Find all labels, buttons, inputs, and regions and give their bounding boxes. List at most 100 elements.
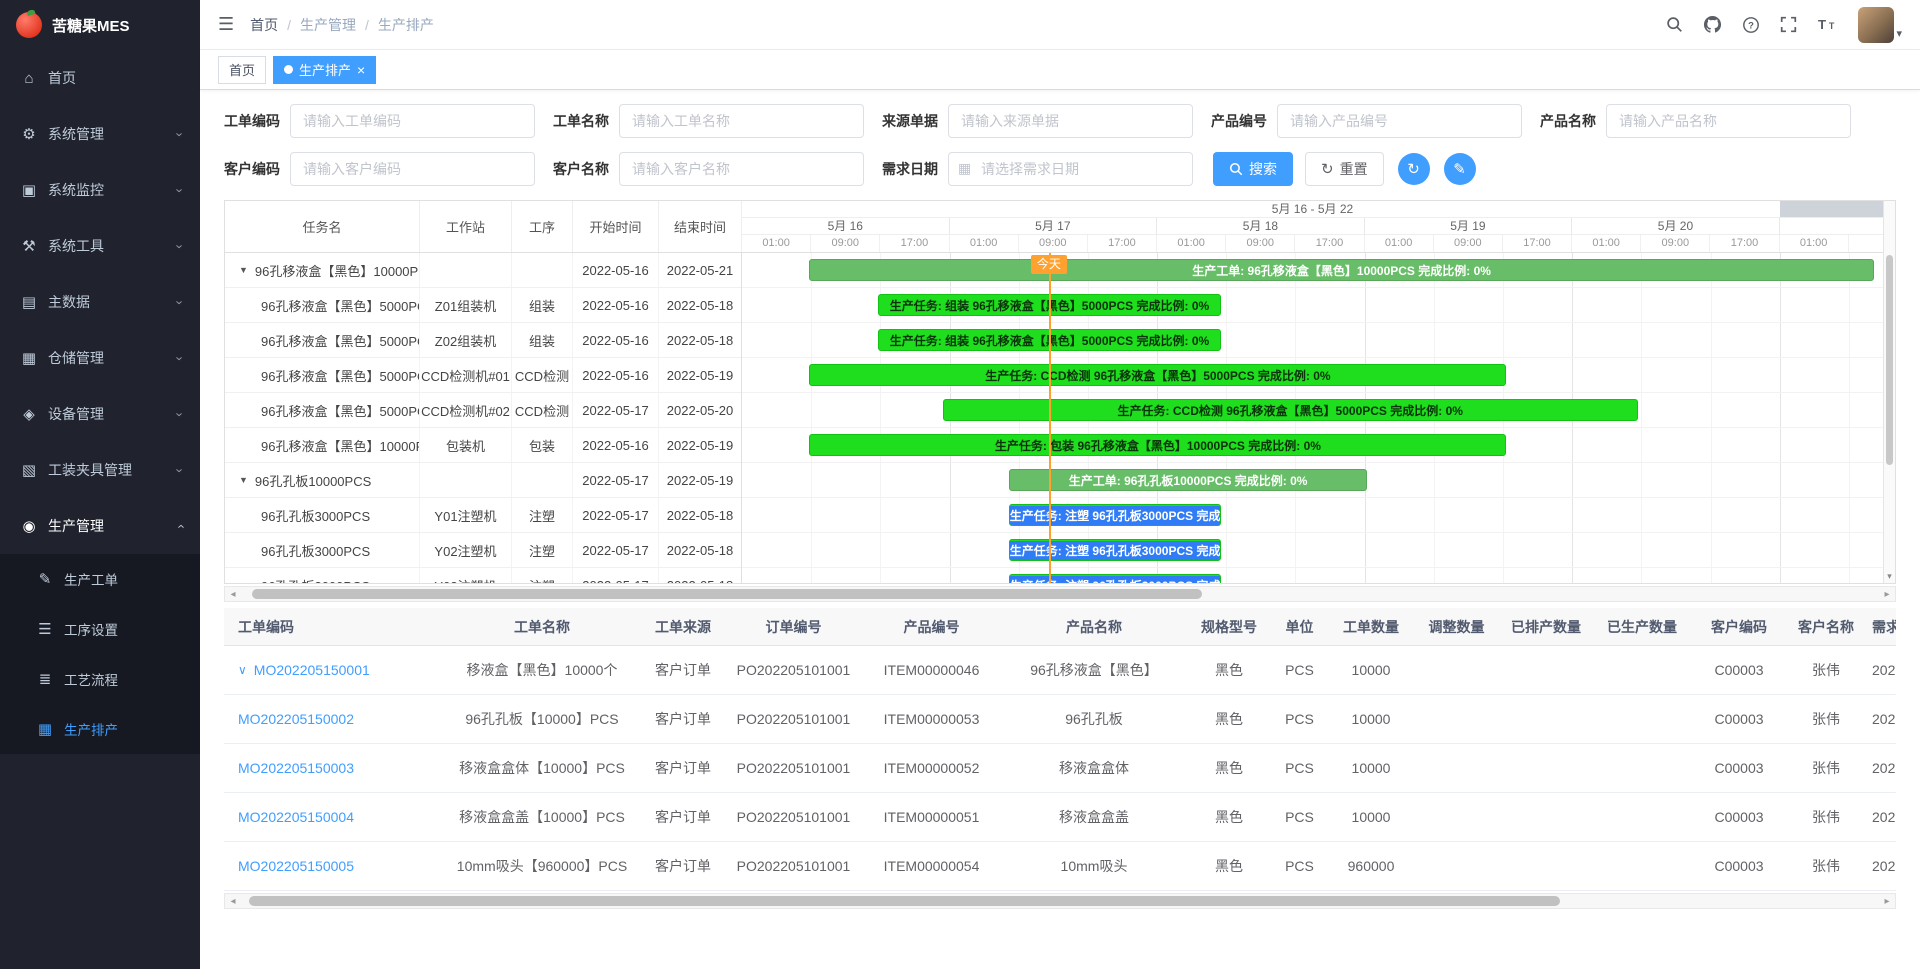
chevron-up-icon: › xyxy=(172,524,187,528)
breadcrumb-item[interactable]: 首页 xyxy=(250,15,278,35)
gantt-order-bar[interactable]: 生产工单: 96孔孔板10000PCS 完成比例: 0% xyxy=(1009,469,1367,491)
orders-cell: PO202205101001 xyxy=(726,662,861,678)
filter-input[interactable] xyxy=(1277,104,1522,138)
sidebar-item-home[interactable]: ⌂首页 xyxy=(0,50,200,106)
expand-row-icon[interactable]: ∨ xyxy=(238,663,247,677)
scrollbar-track[interactable] xyxy=(241,894,1879,908)
app-logo[interactable]: 苦糖果MES xyxy=(0,0,200,50)
sidebar-item-label: 系统工具 xyxy=(48,236,104,256)
gantt-vertical-scrollbar[interactable]: ▾ xyxy=(1883,201,1895,583)
gantt-task-bar[interactable]: 生产任务: 注塑 96孔孔板3000PCS 完成 xyxy=(1009,504,1221,526)
gantt-task-bar[interactable]: 生产任务: 包装 96孔移液盒【黑色】10000PCS 完成比例: 0% xyxy=(809,434,1506,456)
sidebar-item-warehouse-management[interactable]: ▦仓储管理› xyxy=(0,330,200,386)
gantt-task-row[interactable]: 96孔孔板3000PCSY01注塑机注塑2022-05-172022-05-18 xyxy=(225,498,741,533)
hamburger-icon[interactable]: ☰ xyxy=(218,14,234,35)
avatar-caret-icon[interactable]: ▾ xyxy=(1896,27,1902,43)
filter-input[interactable] xyxy=(1606,104,1851,138)
sidebar-item-master-data[interactable]: ▤主数据› xyxy=(0,274,200,330)
collapse-icon[interactable]: ▼ xyxy=(239,265,248,275)
gantt-hour-label: 17:00 xyxy=(1088,235,1157,252)
scroll-right-icon[interactable]: ▸ xyxy=(1879,896,1895,907)
gantt-task-row[interactable]: 96孔移液盒【黑色】5000PCSZ01组装机组装2022-05-162022-… xyxy=(225,288,741,323)
edit-button[interactable]: ✎ xyxy=(1444,153,1476,185)
orders-horizontal-scrollbar[interactable]: ◂ ▸ xyxy=(224,893,1896,909)
gantt-task-bar[interactable]: 生产任务: 注塑 96孔孔板3000PCS 完成 xyxy=(1009,574,1221,583)
github-icon[interactable] xyxy=(1703,15,1722,34)
gantt-hour-label: 01:00 xyxy=(1780,235,1849,252)
sidebar-subitem-process-flow[interactable]: ≣工艺流程 xyxy=(0,654,200,704)
scroll-right-icon[interactable]: ▸ xyxy=(1879,589,1895,600)
app-title: 苦糖果MES xyxy=(52,15,130,36)
gantt-task-bar[interactable]: 生产任务: 注塑 96孔孔板3000PCS 完成 xyxy=(1009,539,1221,561)
gantt-task-row[interactable]: ▼96孔移液盒【黑色】10000PCS2022-05-162022-05-21 xyxy=(225,253,741,288)
sidebar-item-system-management[interactable]: ⚙系统管理› xyxy=(0,106,200,162)
gantt-horizontal-scrollbar[interactable]: ◂ ▸ xyxy=(224,586,1896,602)
tab-production-scheduling[interactable]: 生产排产× xyxy=(273,56,376,84)
work-order-link[interactable]: MO202205150005 xyxy=(238,858,354,874)
orders-row[interactable]: MO20220515000296孔孔板【10000】PCS客户订单PO20220… xyxy=(224,695,1896,744)
fullscreen-icon[interactable] xyxy=(1780,16,1797,33)
tab-label: 首页 xyxy=(229,60,255,79)
scroll-left-icon[interactable]: ◂ xyxy=(225,896,241,907)
reset-button[interactable]: ↻ 重置 xyxy=(1305,152,1384,186)
sync-button[interactable]: ↻ xyxy=(1398,153,1430,185)
gantt-bar-label: 生产任务: CCD检测 96孔移液盒【黑色】5000PCS 完成比例: 0% xyxy=(1118,402,1463,419)
work-order-link[interactable]: MO202205150004 xyxy=(238,809,354,825)
filter-input[interactable] xyxy=(619,104,864,138)
sidebar-item-system-tools[interactable]: ⚒系统工具› xyxy=(0,218,200,274)
gantt-column-header: 工作站 xyxy=(420,201,512,252)
orders-row[interactable]: MO20220515000510mm吸头【960000】PCS客户订单PO202… xyxy=(224,842,1896,891)
work-order-link[interactable]: MO202205150002 xyxy=(238,711,354,727)
user-avatar[interactable] xyxy=(1858,7,1894,43)
scrollbar-thumb[interactable] xyxy=(249,896,1559,906)
orders-column-header: 工单来源 xyxy=(640,617,726,637)
sidebar-subitem-process-settings[interactable]: ☰工序设置 xyxy=(0,604,200,654)
collapse-icon[interactable]: ▼ xyxy=(239,475,248,485)
search-button[interactable]: 搜索 xyxy=(1213,152,1293,186)
orders-row[interactable]: MO202205150004移液盒盒盖【10000】PCS客户订单PO20220… xyxy=(224,793,1896,842)
sidebar-item-system-monitor[interactable]: ▣系统监控› xyxy=(0,162,200,218)
gantt-order-bar[interactable]: 生产工单: 96孔移液盒【黑色】10000PCS 完成比例: 0% xyxy=(809,259,1874,281)
scrollbar-thumb[interactable] xyxy=(1886,255,1893,465)
gantt-bar-row: 生产任务: 组装 96孔移液盒【黑色】5000PCS 完成比例: 0% xyxy=(742,288,1883,323)
sidebar-item-fixture-management[interactable]: ▧工装夹具管理› xyxy=(0,442,200,498)
filter-input[interactable] xyxy=(290,152,535,186)
work-order-link[interactable]: MO202205150003 xyxy=(238,760,354,776)
gantt-task-row[interactable]: 96孔移液盒【黑色】10000PCS包装机包装2022-05-162022-05… xyxy=(225,428,741,463)
task-station: Y01注塑机 xyxy=(420,498,512,532)
sidebar-subitem-production-work-order[interactable]: ✎生产工单 xyxy=(0,554,200,604)
filter-input[interactable] xyxy=(290,104,535,138)
filter-input[interactable] xyxy=(619,152,864,186)
today-marker-line xyxy=(1049,253,1051,583)
gantt-task-row[interactable]: 96孔移液盒【黑色】5000PCSZ02组装机组装2022-05-162022-… xyxy=(225,323,741,358)
demand-date-input[interactable] xyxy=(948,152,1193,186)
breadcrumb-item[interactable]: 生产管理 xyxy=(300,15,356,35)
help-icon[interactable]: ? xyxy=(1742,16,1760,34)
orders-row[interactable]: ∨MO202205150001移液盒【黑色】10000个客户订单PO202205… xyxy=(224,646,1896,695)
gantt-task-bar[interactable]: 生产任务: CCD检测 96孔移液盒【黑色】5000PCS 完成比例: 0% xyxy=(809,364,1506,386)
task-start-time: 2022-05-16 xyxy=(573,323,659,357)
scroll-down-icon[interactable]: ▾ xyxy=(1884,571,1895,582)
gantt-panel: 任务名工作站工序开始时间结束时间 ▼96孔移液盒【黑色】10000PCS2022… xyxy=(224,200,1896,584)
gantt-task-row[interactable]: 96孔孔板3000PCSY03注塑机注塑2022-05-172022-05-18 xyxy=(225,568,741,583)
scrollbar-track[interactable] xyxy=(241,587,1879,601)
sidebar-item-production-management[interactable]: ◉生产管理› xyxy=(0,498,200,554)
sidebar-item-device-management[interactable]: ◈设备管理› xyxy=(0,386,200,442)
gantt-hour-label: 01:00 xyxy=(1365,235,1434,252)
gantt-task-row[interactable]: 96孔移液盒【黑色】5000PCSCCD检测机#02CCD检测2022-05-1… xyxy=(225,393,741,428)
gantt-task-row[interactable]: 96孔移液盒【黑色】5000PCSCCD检测机#01CCD检测2022-05-1… xyxy=(225,358,741,393)
filter-input[interactable] xyxy=(948,104,1193,138)
sidebar-subitem-production-scheduling[interactable]: ▦生产排产 xyxy=(0,704,200,754)
search-icon[interactable] xyxy=(1666,16,1683,33)
font-size-icon[interactable]: TT xyxy=(1817,16,1838,33)
scrollbar-thumb[interactable] xyxy=(252,589,1202,599)
gantt-task-row[interactable]: ▼96孔孔板10000PCS2022-05-172022-05-19 xyxy=(225,463,741,498)
tab-close-icon[interactable]: × xyxy=(357,63,365,77)
orders-row[interactable]: MO202205150003移液盒盒体【10000】PCS客户订单PO20220… xyxy=(224,744,1896,793)
scroll-left-icon[interactable]: ◂ xyxy=(225,589,241,600)
gantt-task-row[interactable]: 96孔孔板3000PCSY02注塑机注塑2022-05-172022-05-18 xyxy=(225,533,741,568)
work-order-link[interactable]: MO202205150001 xyxy=(254,662,370,678)
gantt-task-bar[interactable]: 生产任务: CCD检测 96孔移液盒【黑色】5000PCS 完成比例: 0% xyxy=(943,399,1638,421)
orders-cell: C00003 xyxy=(1690,858,1788,874)
tab-home[interactable]: 首页 xyxy=(218,56,266,84)
